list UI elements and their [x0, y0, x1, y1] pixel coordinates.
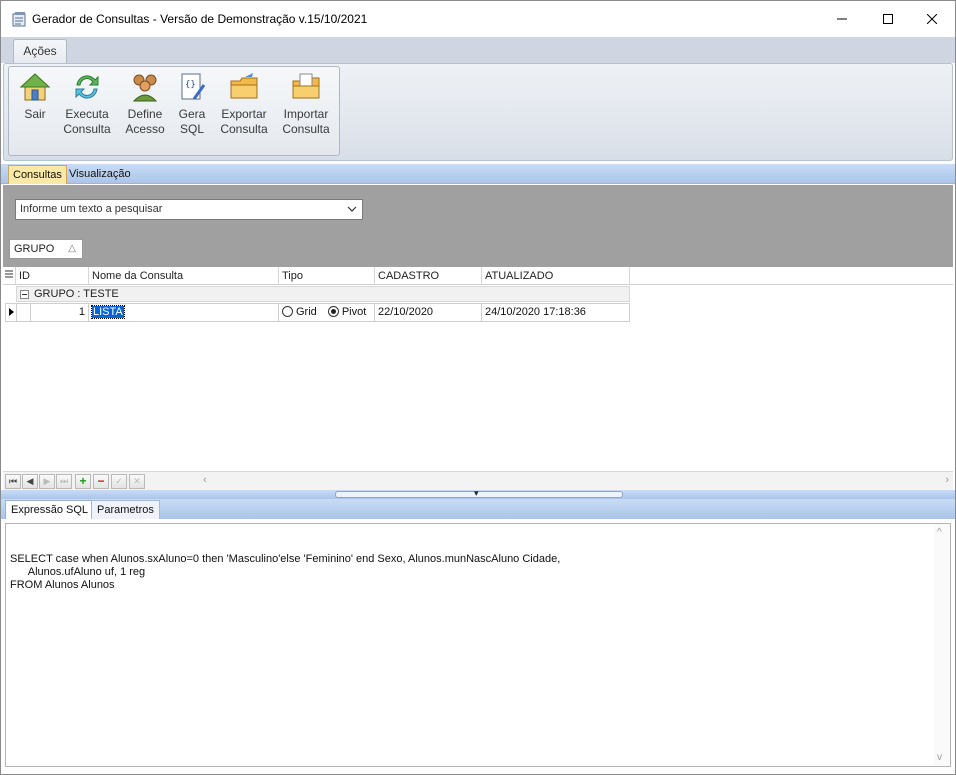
close-icon — [927, 14, 937, 24]
tab-visualizacao[interactable]: Visualização — [65, 165, 135, 184]
radio-pivot[interactable]: Pivot — [327, 306, 367, 318]
refresh-icon — [75, 75, 99, 99]
folder-import-icon — [292, 73, 320, 99]
executa-consulta-button[interactable]: Executa Consulta — [59, 71, 115, 141]
cell-tipo: Grid Pivot — [279, 303, 375, 322]
home-icon — [19, 73, 51, 101]
consultas-grid: ID Nome da Consulta Tipo CADASTRO ATUALI… — [3, 267, 953, 471]
splitter[interactable]: ▾ — [1, 488, 955, 499]
cancel-record-button[interactable]: ✕ — [129, 474, 145, 489]
ribbon-tab-acoes[interactable]: Ações — [13, 39, 67, 63]
tab-expressao-sql[interactable]: Expressão SQL — [5, 500, 95, 519]
filter-panel: Informe um texto a pesquisar GRUPO △ — [3, 185, 953, 267]
chevron-down-icon: ▾ — [474, 488, 479, 498]
sair-label: Sair — [24, 107, 46, 121]
grid-header: ID Nome da Consulta Tipo CADASTRO ATUALI… — [3, 267, 953, 285]
chevron-down-icon[interactable] — [347, 204, 357, 214]
column-header-id[interactable]: ID — [16, 267, 89, 285]
add-record-button[interactable]: + — [75, 474, 91, 489]
cell-id: 1 — [31, 303, 89, 322]
column-chooser-icon[interactable] — [3, 267, 16, 285]
main-tab-strip: Consultas Visualização — [1, 164, 955, 184]
ribbon-tab-strip: Ações — [1, 37, 955, 63]
group-row-label: GRUPO : TESTE — [34, 288, 119, 300]
maximize-icon — [883, 14, 893, 24]
row-indicator-icon — [5, 303, 17, 322]
column-header-nome[interactable]: Nome da Consulta — [89, 267, 279, 285]
column-header-tipo[interactable]: Tipo — [279, 267, 375, 285]
exportar-consulta-label: Exportar Consulta — [220, 107, 268, 136]
column-header-cadastro[interactable]: CADASTRO — [375, 267, 482, 285]
define-acesso-label: Define Acesso — [125, 107, 165, 136]
app-icon — [12, 12, 26, 27]
window-title: Gerador de Consultas - Versão de Demonst… — [32, 12, 368, 26]
folder-export-icon — [230, 73, 258, 99]
group-by-chip[interactable]: GRUPO △ — [9, 239, 83, 259]
tab-consultas[interactable]: Consultas — [8, 165, 67, 184]
radio-grid-icon — [282, 306, 293, 317]
cell-atualizado: 24/10/2020 17:18:36 — [482, 303, 630, 322]
gera-sql-label: Gera SQL — [178, 107, 206, 136]
cell-nome[interactable]: LISTA — [89, 303, 279, 322]
search-placeholder: Informe um texto a pesquisar — [20, 203, 163, 215]
importar-consulta-label: Importar Consulta — [282, 107, 330, 136]
collapse-icon[interactable] — [20, 290, 29, 299]
maximize-button[interactable] — [865, 1, 911, 37]
vertical-scrollbar[interactable]: ^ v — [934, 524, 950, 766]
exportar-consulta-button[interactable]: Exportar Consulta — [215, 71, 273, 141]
first-record-button[interactable]: ⏮ — [5, 474, 21, 489]
ribbon-body: Sair Executa Consulta Define Acesso {} G… — [3, 63, 953, 161]
scroll-left-icon[interactable]: ‹ — [203, 474, 207, 486]
radio-grid[interactable]: Grid — [282, 306, 317, 318]
scroll-down-icon[interactable]: v — [937, 751, 942, 764]
last-record-button[interactable]: ⏭ — [56, 474, 72, 489]
executa-consulta-label: Executa Consulta — [63, 107, 111, 136]
radio-pivot-label: Pivot — [341, 306, 367, 318]
delete-record-button[interactable]: − — [93, 474, 109, 489]
app-window: Gerador de Consultas - Versão de Demonst… — [0, 0, 956, 775]
cell-cadastro: 22/10/2020 — [375, 303, 482, 322]
splitter-grip[interactable]: ▾ — [335, 488, 623, 498]
users-icon — [132, 74, 158, 102]
scroll-right-icon[interactable]: › — [945, 474, 949, 486]
sort-ascending-icon: △ — [68, 243, 76, 254]
svg-text:{}: {} — [185, 80, 196, 90]
minimize-icon — [837, 18, 847, 20]
close-button[interactable] — [909, 1, 955, 37]
title-bar: Gerador de Consultas - Versão de Demonst… — [1, 1, 955, 37]
gera-sql-button[interactable]: {} Gera SQL — [173, 71, 211, 141]
importar-consulta-button[interactable]: Importar Consulta — [277, 71, 335, 141]
next-record-button[interactable]: ▶ — [39, 474, 55, 489]
prev-record-button[interactable]: ◀ — [22, 474, 38, 489]
cell-nome-text: LISTA — [91, 305, 125, 319]
group-row[interactable]: GRUPO : TESTE — [16, 286, 630, 302]
table-row[interactable]: 1 LISTA Grid Pivot 22/10/2020 24/10/2020… — [5, 303, 630, 322]
sql-editor[interactable]: SELECT case when Alunos.sxAluno=0 then '… — [5, 523, 951, 767]
post-record-button[interactable]: ✓ — [111, 474, 127, 489]
sql-text: SELECT case when Alunos.sxAluno=0 then '… — [10, 553, 561, 591]
group-by-label: GRUPO — [14, 243, 55, 255]
define-acesso-button[interactable]: Define Acesso — [121, 71, 169, 141]
radio-grid-label: Grid — [296, 306, 317, 318]
tab-parametros[interactable]: Parametros — [91, 500, 160, 519]
ribbon-group-actions: Sair Executa Consulta Define Acesso {} G… — [8, 66, 340, 156]
row-spacer — [17, 303, 31, 322]
scroll-up-icon[interactable]: ^ — [937, 526, 942, 539]
column-header-atualizado[interactable]: ATUALIZADO — [482, 267, 630, 285]
sair-button[interactable]: Sair — [15, 71, 55, 141]
search-combo[interactable]: Informe um texto a pesquisar — [15, 199, 363, 220]
bottom-tab-strip: Expressão SQL Parametros — [1, 499, 955, 519]
radio-pivot-icon — [327, 306, 339, 317]
minimize-button[interactable] — [819, 1, 865, 37]
code-document-icon: {} — [181, 73, 206, 100]
